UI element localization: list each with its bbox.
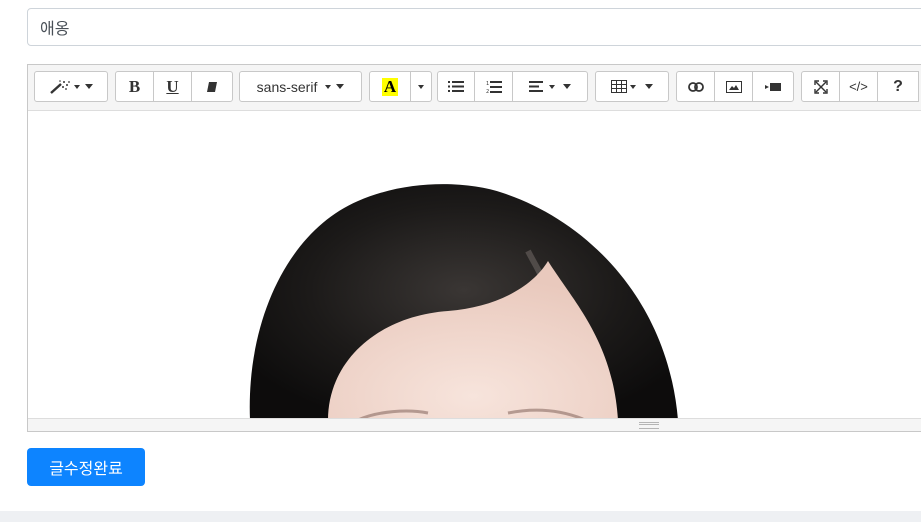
ordered-list-button[interactable]: 1 2	[474, 71, 513, 102]
link-icon	[687, 81, 704, 92]
insert-link-button[interactable]	[676, 71, 715, 102]
bold-button[interactable]: B	[115, 71, 154, 102]
resize-grip-icon[interactable]	[639, 422, 659, 429]
table-dropdown[interactable]	[595, 71, 669, 102]
ordered-list-icon: 1 2	[486, 80, 502, 94]
chevron-down-icon	[630, 84, 636, 89]
caret-down-icon	[563, 84, 571, 89]
chevron-down-icon	[74, 84, 80, 89]
table-icon	[611, 80, 627, 93]
editor-content-area[interactable]	[28, 111, 921, 420]
clear-format-button[interactable]	[191, 71, 233, 102]
svg-text:1: 1	[486, 81, 489, 87]
video-icon	[765, 82, 781, 92]
portrait-photo	[249, 184, 679, 420]
eraser-icon	[206, 81, 218, 93]
codeview-button[interactable]: </>	[839, 71, 878, 102]
svg-text:2: 2	[486, 89, 489, 94]
page-footer	[0, 511, 921, 522]
align-icon	[529, 81, 543, 92]
font-name-dropdown[interactable]: sans-serif	[239, 71, 362, 102]
insert-video-button[interactable]	[752, 71, 794, 102]
insert-picture-button[interactable]	[714, 71, 753, 102]
caret-down-icon	[85, 84, 93, 89]
unordered-list-icon	[448, 80, 464, 93]
fullscreen-button[interactable]	[801, 71, 840, 102]
caret-down-icon	[645, 84, 653, 89]
chevron-down-icon	[418, 84, 424, 89]
unordered-list-button[interactable]	[437, 71, 475, 102]
paragraph-align-dropdown[interactable]	[512, 71, 588, 102]
fullscreen-icon	[813, 79, 828, 94]
underline-button[interactable]: U	[153, 71, 192, 102]
chevron-down-icon	[325, 84, 332, 89]
highlight-color-button[interactable]: A	[369, 71, 411, 102]
help-button[interactable]: ?	[877, 71, 919, 102]
editor-toolbar: B U sans-serif A 1 2 </> ?	[28, 65, 921, 111]
post-title-input[interactable]	[27, 8, 921, 46]
chevron-down-icon	[549, 84, 555, 89]
submit-edit-button[interactable]: 글수정완료	[27, 448, 145, 486]
magic-wand-icon	[49, 79, 71, 95]
caret-down-icon	[336, 84, 345, 89]
color-dropdown-button[interactable]	[410, 71, 432, 102]
style-dropdown-button[interactable]	[34, 71, 108, 102]
editor-resize-bar[interactable]	[28, 418, 921, 431]
picture-icon	[725, 80, 742, 93]
rich-text-editor: B U sans-serif A 1 2 </> ?	[27, 64, 921, 432]
